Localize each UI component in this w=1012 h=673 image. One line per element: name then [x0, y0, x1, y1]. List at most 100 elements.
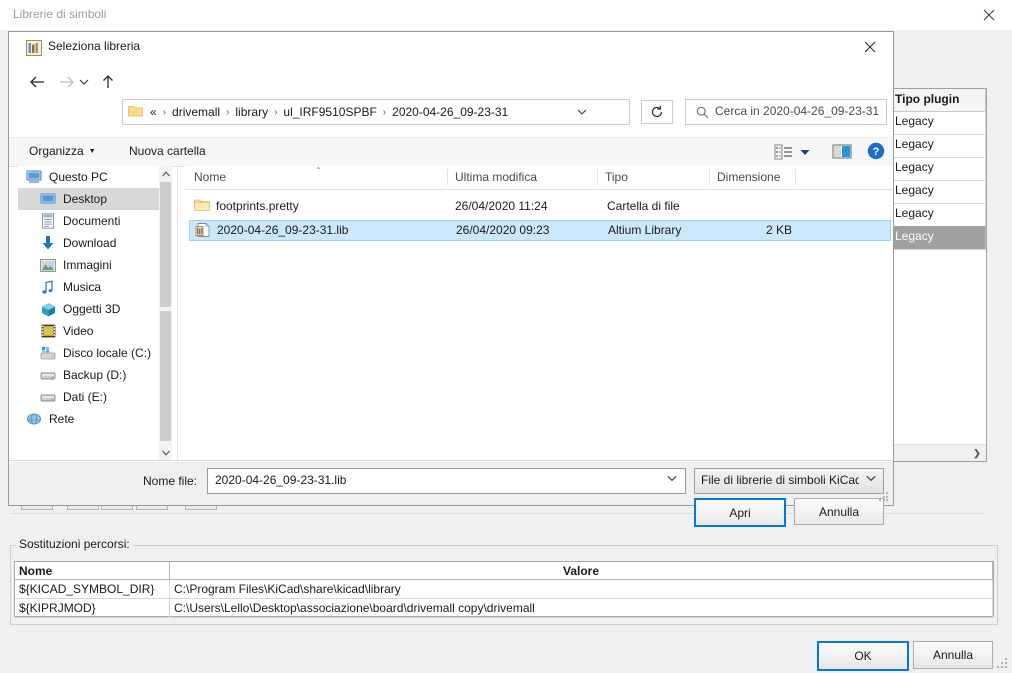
forward-button[interactable] [55, 71, 77, 93]
open-button[interactable]: Apri [694, 498, 786, 527]
file-list[interactable]: Nome ⌃ Ultima modifica Tipo Dimensione f… [185, 166, 893, 460]
row-plugin-cell: Legacy [895, 137, 934, 151]
sidebar-item-label: Download [63, 236, 117, 250]
sidebar-item-musica[interactable]: Musica [18, 276, 166, 298]
sidebar-item-dati-e[interactable]: Dati (E:) [18, 386, 166, 408]
search-placeholder-text: Cerca in 2020-04-26_09-23-31 [715, 104, 880, 118]
new-folder-button[interactable]: Nuova cartella [129, 144, 206, 158]
path-substitutions-table[interactable]: Nome Valore ${KICAD_SYMBOL_DIR} C:\Progr… [14, 561, 994, 618]
file-type-select[interactable]: File di librerie di simboli KiCad ( [694, 468, 884, 494]
filename-input[interactable]: 2020-04-26_09-23-31.lib [207, 468, 686, 494]
file-modified: 26/04/2020 09:23 [456, 223, 550, 237]
column-header-plugin-type[interactable]: Tipo plugin [895, 92, 986, 106]
change-view-button[interactable] [774, 143, 794, 161]
recent-locations-button[interactable] [77, 71, 91, 93]
places-sidebar[interactable]: Questo PC Desktop Documenti Download Imm… [18, 166, 166, 460]
dialog-titlebar: Seleziona libreria [9, 32, 893, 63]
sidebar-item-label: Dati (E:) [63, 390, 108, 404]
refresh-button[interactable] [641, 100, 673, 124]
sidebar-item-download[interactable]: Download [18, 232, 166, 254]
cell-divider [985, 226, 986, 249]
filename-label: Nome file: [143, 474, 198, 488]
sidebar-item-video[interactable]: Video [18, 320, 166, 342]
organize-menu-button[interactable]: Organizza ▼ [29, 144, 96, 158]
desktop-icon [40, 191, 56, 207]
resize-grip[interactable] [997, 658, 1009, 670]
chevron-up-icon [161, 170, 170, 176]
chevron-down-icon[interactable] [866, 474, 876, 484]
column-header-dimensione[interactable]: Dimensione [717, 170, 780, 184]
address-dropdown-button[interactable] [575, 105, 589, 119]
chevron-down-icon [577, 109, 587, 115]
pane-splitter[interactable] [177, 166, 178, 460]
drive-icon [40, 389, 56, 405]
file-size: 2 KB [765, 223, 792, 237]
column-header-nome[interactable]: Nome [194, 170, 226, 184]
sidebar-item-questo-pc[interactable]: Questo PC [18, 166, 166, 188]
list-item[interactable]: footprints.pretty 26/04/2020 11:24 Carte… [189, 197, 889, 216]
sidebar-item-documenti[interactable]: Documenti [18, 210, 166, 232]
scroll-right-icon[interactable]: ❯ [970, 446, 984, 460]
breadcrumb-prefix[interactable]: « [149, 105, 158, 119]
scrollbar-thumb[interactable] [160, 182, 171, 307]
scroll-up-icon[interactable] [159, 166, 172, 181]
breadcrumb-separator: › [274, 106, 278, 118]
sidebar-item-rete[interactable]: Rete [18, 408, 166, 430]
sidebar-scrollbar[interactable] [159, 166, 172, 460]
cancel-button[interactable]: Annulla [794, 498, 884, 525]
file-name: 2020-04-26_09-23-31.lib [217, 223, 349, 237]
sidebar-item-label: Documenti [63, 214, 121, 228]
scrollbar-thumb[interactable] [160, 311, 171, 441]
ok-button[interactable]: OK [817, 641, 909, 671]
arrow-right-icon [60, 76, 74, 88]
sidebar-item-label: Questo PC [49, 170, 108, 184]
preview-pane-icon [832, 144, 852, 159]
window-titlebar: Librerie di simboli [0, 0, 1012, 31]
dialog-close-button[interactable] [847, 32, 893, 62]
sidebar-item-backup-d[interactable]: Backup (D:) [18, 364, 166, 386]
column-divider[interactable] [709, 169, 710, 185]
window-close-button[interactable] [966, 0, 1012, 30]
help-icon: ? [867, 142, 885, 160]
column-header-nome[interactable]: Nome [15, 562, 170, 580]
scroll-down-icon[interactable] [159, 445, 172, 460]
list-item[interactable]: 2020-04-26_09-23-31.lib 26/04/2020 09:23… [189, 220, 891, 241]
select-library-file-dialog: Seleziona libreria « › drivemall › libra… [8, 31, 894, 527]
cancel-button[interactable]: Annulla [913, 641, 993, 669]
file-type: Altium Library [608, 223, 682, 237]
chevron-down-icon[interactable] [667, 474, 677, 484]
column-divider[interactable] [795, 169, 796, 185]
breadcrumb-item-ul-irf9510spbf[interactable]: ul_IRF9510SPBF [282, 105, 377, 119]
music-icon [40, 279, 56, 295]
filename-value: 2020-04-26_09-23-31.lib [215, 473, 347, 487]
table-row[interactable]: ${KICAD_SYMBOL_DIR} C:\Program Files\KiC… [15, 579, 993, 599]
breadcrumb-item-library[interactable]: library [234, 105, 269, 119]
preview-pane-button[interactable] [832, 143, 852, 160]
column-divider[interactable] [597, 169, 598, 185]
sidebar-item-immagini[interactable]: Immagini [18, 254, 166, 276]
help-button[interactable]: ? [867, 142, 885, 160]
column-header-tipo[interactable]: Tipo [605, 170, 628, 184]
sidebar-item-disco-locale-c[interactable]: Disco locale (C:) [18, 342, 166, 364]
sidebar-item-label: Oggetti 3D [63, 302, 121, 316]
substitution-value: C:\Program Files\KiCad\share\kicad\libra… [169, 579, 993, 599]
footer-divider [9, 460, 893, 461]
view-dropdown-button[interactable] [800, 148, 810, 156]
address-bar[interactable]: « › drivemall › library › ul_IRF9510SPBF… [122, 99, 630, 125]
search-input[interactable]: Cerca in 2020-04-26_09-23-31 [685, 99, 887, 125]
folder-icon [194, 198, 210, 214]
resize-grip[interactable] [879, 492, 889, 502]
up-one-level-button[interactable] [97, 71, 119, 93]
back-button[interactable] [27, 71, 49, 93]
close-icon [864, 41, 876, 53]
breadcrumb-item-drivemall[interactable]: drivemall [171, 105, 221, 119]
sidebar-item-oggetti-3d[interactable]: Oggetti 3D [18, 298, 166, 320]
close-icon [983, 9, 995, 21]
column-header-ultima-modifica[interactable]: Ultima modifica [455, 170, 537, 184]
breadcrumb-item-date-folder[interactable]: 2020-04-26_09-23-31 [391, 105, 509, 119]
column-divider[interactable] [447, 169, 448, 185]
path-substitutions-legend: Sostituzioni percorsi: [16, 537, 133, 551]
table-row[interactable]: ${KIPRJMOD} C:\Users\Lello\Desktop\assoc… [15, 598, 993, 618]
column-header-valore[interactable]: Valore [169, 562, 993, 580]
sidebar-item-desktop[interactable]: Desktop [18, 188, 166, 210]
